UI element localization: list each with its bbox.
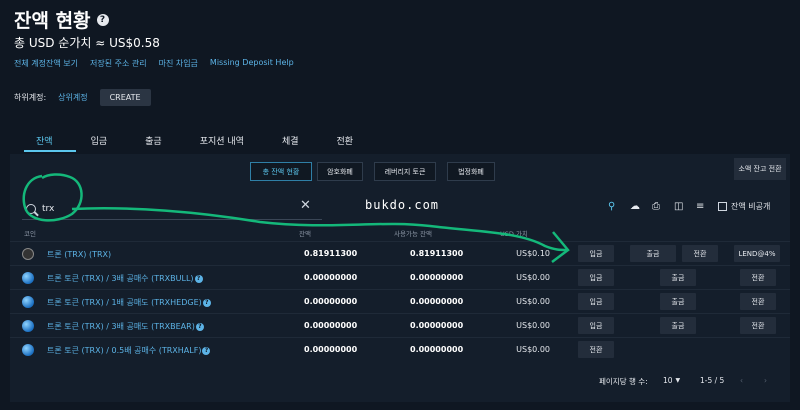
usd-value: US$0.10 — [516, 249, 550, 258]
col-header-available[interactable]: 사용가능 잔액 — [394, 228, 432, 238]
rows-per-page-select[interactable]: 10 ▼ — [663, 376, 680, 385]
deposit-button[interactable]: 입금 — [578, 293, 614, 310]
tab-convert[interactable]: 전환 — [337, 134, 354, 147]
total-balance-value: 0.00000000 — [304, 297, 358, 306]
small-balance-convert-button[interactable]: 소액 잔고 전환 — [734, 158, 786, 180]
coin-name-link[interactable]: 트론 토큰 (TRX) / 1배 공매도 (TRXHEDGE)? — [47, 297, 211, 308]
search-box[interactable]: trx — [22, 198, 322, 220]
filter-icon[interactable]: ≡ — [696, 201, 708, 212]
table-row: 트론 토큰 (TRX) / 3배 공매수 (TRXBULL)? 0.0000000… — [10, 265, 790, 289]
watermark: bukdo.com — [365, 198, 440, 212]
subaccount-label: 하위계정: — [14, 93, 47, 102]
deposit-button[interactable]: 입금 — [578, 245, 614, 262]
table-toolbar: ⚲ ☁ ⎙ ◫ ≡ 잔액 비공개 — [608, 201, 770, 212]
create-subaccount-button[interactable]: CREATE — [99, 89, 151, 106]
usd-value: US$0.00 — [516, 321, 550, 330]
filter-fiat[interactable]: 법정화폐 — [447, 162, 495, 181]
col-header-total[interactable]: 잔액 — [299, 228, 311, 238]
token-help-icon[interactable]: ? — [195, 322, 204, 331]
token-globe-icon — [22, 320, 34, 332]
withdraw-button[interactable]: 출금 — [660, 293, 696, 310]
balance-panel: 총 잔액 현황 암호화폐 레버리지 토큰 법정화폐 소액 잔고 전환 trx ✕… — [10, 154, 790, 402]
cloud-download-icon[interactable]: ☁ — [630, 201, 642, 212]
link-margin-loans[interactable]: 마진 차입금 — [159, 58, 198, 69]
clear-search-icon[interactable]: ✕ — [300, 198, 311, 213]
usd-value: US$0.00 — [516, 345, 550, 354]
help-icon[interactable]: ? — [96, 13, 109, 26]
parent-account-link[interactable]: 상위계정 — [58, 92, 87, 103]
net-value: 총 USD 순가치 ≈ US$0.58 — [14, 36, 160, 50]
link-all-balances[interactable]: 전체 계정잔액 보기 — [14, 58, 78, 69]
coin-name-link[interactable]: 트론 토큰 (TRX) / 0.5배 공매수 (TRXHALF)? — [47, 345, 211, 356]
hide-balance-checkbox[interactable] — [718, 202, 727, 211]
tab-balance[interactable]: 잔액 — [36, 134, 53, 147]
col-header-usd[interactable]: USD 가치 — [500, 228, 528, 238]
search-icon — [26, 203, 36, 214]
col-header-coin[interactable]: 코인 — [24, 228, 36, 238]
search-icon[interactable]: ⚲ — [608, 201, 620, 212]
filter-crypto[interactable]: 암호화폐 — [317, 162, 363, 181]
page-range: 1-5 / 5 — [700, 376, 725, 385]
available-balance-value: 0.00000000 — [410, 297, 464, 306]
token-globe-icon — [22, 272, 34, 284]
available-balance-value: 0.00000000 — [410, 321, 464, 330]
table-row: 트론 토큰 (TRX) / 3배 공매도 (TRXBEAR)? 0.0000000… — [10, 313, 790, 337]
total-balance-value: 0.00000000 — [304, 345, 358, 354]
hide-balance-label: 잔액 비공개 — [731, 202, 771, 211]
available-balance-value: 0.81911300 — [410, 249, 464, 258]
page-title: 잔액 현황 ? — [14, 6, 109, 33]
token-globe-icon — [22, 296, 34, 308]
search-input[interactable]: trx — [42, 204, 54, 214]
withdraw-button[interactable]: 출금 — [630, 245, 676, 262]
table-row: 트론 토큰 (TRX) / 1배 공매도 (TRXHEDGE)? 0.000000… — [10, 289, 790, 313]
convert-button[interactable]: 전환 — [682, 245, 718, 262]
tab-trades[interactable]: 체결 — [282, 134, 299, 147]
deposit-button[interactable]: 입금 — [578, 317, 614, 334]
usd-value: US$0.00 — [516, 273, 550, 282]
token-globe-icon — [22, 344, 34, 356]
tab-withdraw[interactable]: 출금 — [145, 134, 162, 147]
convert-button[interactable]: 전환 — [578, 341, 614, 358]
coin-name-link[interactable]: 트론 (TRX) (TRX) — [47, 249, 111, 260]
total-balance-value: 0.00000000 — [304, 273, 358, 282]
withdraw-button[interactable]: 출금 — [660, 317, 696, 334]
tab-bar: 잔액 입금 출금 포지션 내역 체결 전환 — [36, 134, 391, 147]
tab-positions[interactable]: 포지션 내역 — [200, 134, 244, 147]
total-balance-value: 0.00000000 — [304, 321, 358, 330]
token-help-icon[interactable]: ? — [202, 298, 211, 307]
convert-button[interactable]: 전환 — [740, 269, 776, 286]
subaccount-bar: 하위계정: 상위계정 CREATE — [14, 89, 151, 106]
filter-total-balance[interactable]: 총 잔액 현황 — [250, 162, 312, 181]
convert-button[interactable]: 전환 — [740, 293, 776, 310]
active-tab-indicator — [24, 150, 76, 152]
quick-links: 전체 계정잔액 보기 저장된 주소 관리 마진 차입금 Missing Depo… — [14, 58, 294, 69]
table-row: 트론 (TRX) (TRX) 0.81911300 0.81911300 US$0.1… — [10, 241, 790, 265]
filter-leveraged-tokens[interactable]: 레버리지 토큰 — [374, 162, 436, 181]
convert-button[interactable]: 전환 — [740, 317, 776, 334]
token-help-icon[interactable]: ? — [202, 346, 211, 355]
token-help-icon[interactable]: ? — [194, 274, 203, 283]
tron-coin-icon — [22, 248, 34, 260]
total-balance-value: 0.81911300 — [304, 249, 358, 258]
columns-icon[interactable]: ◫ — [674, 201, 686, 212]
link-missing-deposit[interactable]: Missing Deposit Help — [210, 58, 294, 69]
next-page-icon[interactable]: › — [764, 376, 767, 385]
tab-deposit[interactable]: 입금 — [91, 134, 108, 147]
available-balance-value: 0.00000000 — [410, 273, 464, 282]
link-saved-addresses[interactable]: 저장된 주소 관리 — [90, 58, 147, 69]
coin-name-link[interactable]: 트론 토큰 (TRX) / 3배 공매수 (TRXBULL)? — [47, 273, 203, 284]
withdraw-button[interactable]: 출금 — [660, 269, 696, 286]
print-icon[interactable]: ⎙ — [652, 201, 664, 212]
deposit-button[interactable]: 입금 — [578, 269, 614, 286]
table-row: 트론 토큰 (TRX) / 0.5배 공매수 (TRXHALF)? 0.00000… — [10, 337, 790, 361]
usd-value: US$0.00 — [516, 297, 550, 306]
caret-down-icon: ▼ — [675, 377, 681, 384]
lend-button[interactable]: LEND@4% — [734, 245, 780, 262]
hide-balance-toggle[interactable]: 잔액 비공개 — [718, 201, 770, 212]
prev-page-icon[interactable]: ‹ — [740, 376, 743, 385]
available-balance-value: 0.00000000 — [410, 345, 464, 354]
coin-name-link[interactable]: 트론 토큰 (TRX) / 3배 공매도 (TRXBEAR)? — [47, 321, 204, 332]
rows-per-page-label: 페이지당 행 수: — [599, 377, 648, 386]
